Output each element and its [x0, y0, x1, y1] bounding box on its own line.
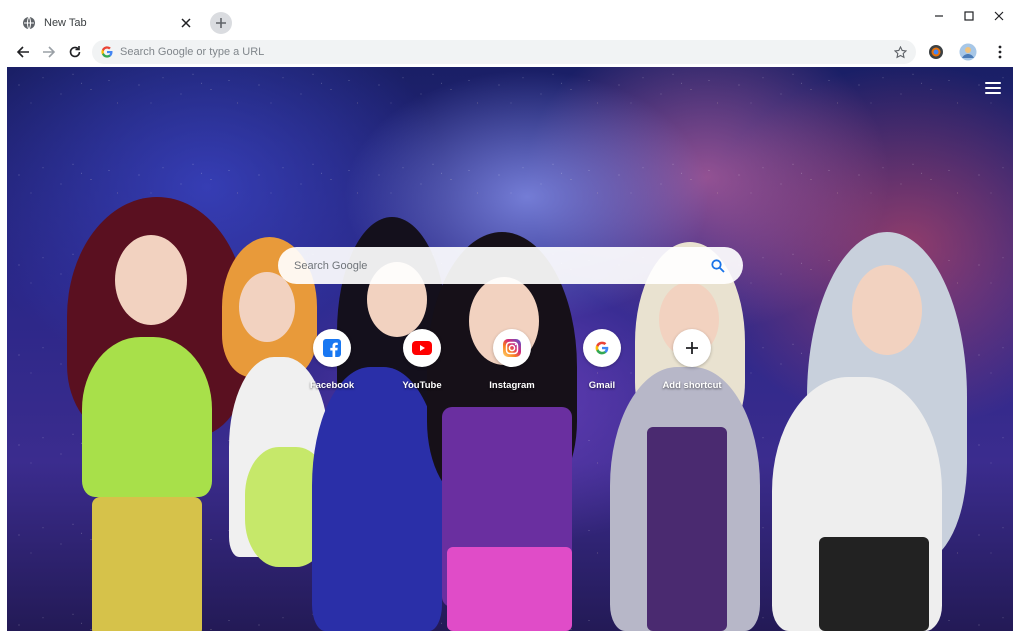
- extension-button[interactable]: [924, 40, 948, 64]
- shortcut-youtube[interactable]: YouTube: [386, 329, 458, 399]
- customize-menu-button[interactable]: [983, 79, 1003, 97]
- shortcuts-grid: Facebook YouTube Instagram Gmail Add sho…: [297, 329, 737, 399]
- minimize-icon: [935, 15, 943, 17]
- shortcut-tile: [403, 329, 441, 367]
- tab-strip: New Tab: [0, 0, 1020, 38]
- avatar-icon: [959, 43, 977, 61]
- shortcut-label: Gmail: [588, 380, 616, 391]
- reload-button[interactable]: [62, 39, 88, 65]
- google-g-icon: [100, 45, 114, 59]
- youtube-icon: [412, 341, 432, 355]
- shortcut-gmail[interactable]: Gmail: [566, 329, 638, 399]
- omnibox[interactable]: [92, 40, 916, 64]
- extensions-area: [924, 40, 1012, 64]
- omnibox-input[interactable]: [120, 46, 892, 58]
- new-tab-button[interactable]: [210, 12, 232, 34]
- google-icon: [595, 341, 609, 355]
- minimize-button[interactable]: [924, 6, 954, 26]
- shortcut-tile: [673, 329, 711, 367]
- close-icon: [994, 11, 1004, 21]
- shortcut-tile: [493, 329, 531, 367]
- facebook-icon: [323, 339, 341, 357]
- toolbar: [0, 38, 1020, 66]
- shortcut-label: Add shortcut: [662, 380, 722, 391]
- instagram-icon: [503, 339, 521, 357]
- kebab-menu-icon: [998, 45, 1002, 59]
- shortcut-tile: [583, 329, 621, 367]
- tab-new-tab[interactable]: New Tab: [8, 8, 204, 38]
- globe-icon: [22, 16, 36, 30]
- window-controls: [924, 6, 1014, 26]
- close-window-button[interactable]: [984, 6, 1014, 26]
- shortcut-label: YouTube: [402, 380, 442, 391]
- bookmark-star-icon[interactable]: [892, 44, 908, 60]
- shortcut-add[interactable]: Add shortcut: [656, 329, 728, 399]
- hamburger-icon: [985, 82, 1001, 84]
- browser-chrome: New Tab: [0, 0, 1020, 66]
- back-button[interactable]: [10, 39, 36, 65]
- plus-icon: [686, 342, 698, 354]
- new-tab-page: Facebook YouTube: [7, 67, 1013, 631]
- plus-icon: [216, 18, 226, 28]
- menu-button[interactable]: [988, 40, 1012, 64]
- shortcut-instagram[interactable]: Instagram: [476, 329, 548, 399]
- google-search-box[interactable]: [278, 247, 743, 284]
- shortcut-facebook[interactable]: Facebook: [296, 329, 368, 399]
- tab-title: New Tab: [44, 17, 87, 29]
- forward-button[interactable]: [36, 39, 62, 65]
- extension-icon: [929, 45, 943, 59]
- arrow-left-icon: [16, 46, 29, 58]
- maximize-icon: [964, 11, 974, 21]
- search-input[interactable]: [294, 259, 709, 272]
- close-tab-icon[interactable]: [178, 15, 194, 31]
- reload-icon: [69, 46, 81, 58]
- profile-avatar-button[interactable]: [956, 40, 980, 64]
- arrow-right-icon: [43, 46, 56, 58]
- search-icon[interactable]: [709, 257, 727, 275]
- shortcut-tile: [313, 329, 351, 367]
- maximize-button[interactable]: [954, 6, 984, 26]
- shortcut-label: Instagram: [489, 380, 535, 391]
- shortcut-label: Facebook: [309, 380, 355, 391]
